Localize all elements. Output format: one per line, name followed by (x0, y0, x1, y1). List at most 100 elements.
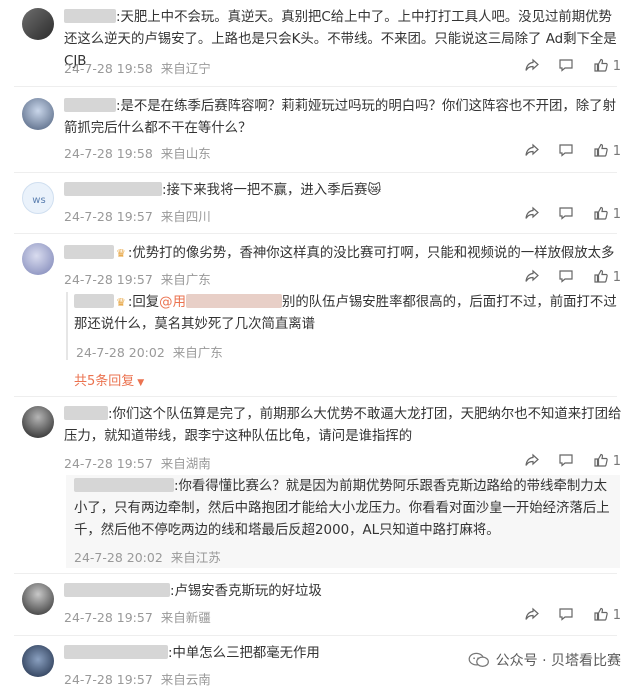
like-button[interactable]: 1 (593, 205, 621, 222)
more-replies-link[interactable]: 共5条回复 ▼ (74, 370, 144, 389)
avatar[interactable] (22, 406, 54, 438)
reply-meta: 24-7-28 20:02 来自江苏 (74, 547, 229, 566)
share-icon[interactable] (524, 205, 540, 222)
location: 来自四川 (160, 209, 211, 224)
username-blurred[interactable] (64, 583, 170, 597)
reply-meta: 24-7-28 20:02 来自广东 (76, 342, 231, 361)
like-count: 1 (612, 454, 621, 469)
comment-text: :你们这个队伍算是完了，前期那么大优势不敢逼大龙打团，天肥纳尔也不知道来打团给压… (64, 406, 622, 444)
timestamp: 24-7-28 20:02 (76, 345, 165, 360)
username-blurred[interactable] (64, 406, 108, 420)
like-count: 1 (612, 59, 621, 74)
comment-meta: 24-7-28 19:57 来自广东 (64, 269, 219, 288)
comment-actions: 1 (510, 57, 621, 74)
thumbs-up-icon (593, 143, 608, 157)
username-blurred[interactable] (64, 98, 116, 112)
thumbs-up-icon (593, 206, 608, 220)
comment-meta: 24-7-28 19:58 来自山东 (64, 143, 219, 162)
crown-icon: ♛ (116, 296, 126, 309)
like-button[interactable]: 1 (593, 452, 621, 469)
username-blurred[interactable] (64, 645, 168, 659)
like-button[interactable]: 1 (593, 268, 621, 285)
username-blurred[interactable] (74, 294, 114, 308)
timestamp: 24-7-28 19:57 (64, 456, 153, 471)
avatar[interactable]: ws (22, 182, 54, 214)
thumbs-up-icon (593, 607, 608, 621)
wechat-icon (468, 652, 489, 668)
location: 来自江苏 (170, 550, 221, 565)
location: 来自云南 (160, 672, 211, 687)
divider (14, 233, 617, 234)
comment-actions: 1 (510, 142, 621, 159)
timestamp: 24-7-28 19:57 (64, 672, 153, 687)
mention-link[interactable]: @用 (159, 295, 186, 310)
like-count: 1 (612, 207, 621, 222)
share-icon[interactable] (524, 452, 540, 469)
comment-meta: 24-7-28 19:57 来自新疆 (64, 607, 219, 626)
comment-meta: 24-7-28 19:57 来自湖南 (64, 453, 219, 472)
avatar[interactable] (22, 583, 54, 615)
timestamp: 24-7-28 19:57 (64, 209, 153, 224)
avatar[interactable] (22, 98, 54, 130)
comment-text: :是不是在练季后赛阵容啊？莉莉娅玩过吗玩的明白吗？你们这阵容也不开团，除了射箭抓… (64, 98, 616, 136)
comment-meta: 24-7-28 19:58 来自辽宁 (64, 58, 219, 77)
divider (14, 573, 617, 574)
divider (14, 172, 617, 173)
share-icon[interactable] (524, 142, 540, 159)
comment-text: :卢锡安香克斯玩的好垃圾 (64, 581, 622, 603)
reply-box: ♛:回复@用 别的队伍卢锡安胜率都很高的，后面打不过，前面打不过那还说什么，莫名其… (66, 292, 620, 360)
location: 来自山东 (160, 146, 211, 161)
comment-meta: 24-7-28 19:57 来自云南 (64, 669, 219, 688)
comment-icon[interactable] (558, 606, 574, 623)
thumbs-up-icon (593, 58, 608, 72)
like-button[interactable]: 1 (593, 606, 621, 623)
comment-icon[interactable] (558, 57, 574, 74)
location: 来自广东 (160, 272, 211, 287)
comment-text: ♛:优势打的像劣势，香神你这样真的没比赛可打啊，只能和视频说的一样放假放太多 (64, 243, 622, 265)
comment-actions: 1 (510, 205, 621, 222)
username-blurred[interactable] (74, 478, 174, 492)
comment-icon[interactable] (558, 452, 574, 469)
share-icon[interactable] (524, 57, 540, 74)
comment-icon[interactable] (558, 142, 574, 159)
reply-box: :你看得懂比赛么？就是因为前期优势阿乐跟香克斯边路给的带线牵制力太小了，只有两边… (66, 475, 620, 568)
thumbs-up-icon (593, 269, 608, 283)
share-icon[interactable] (524, 606, 540, 623)
username-blurred[interactable] (64, 245, 114, 259)
location: 来自辽宁 (160, 61, 211, 76)
location: 来自广东 (172, 345, 223, 360)
watermark: 公众号 · 贝塔看比赛 (468, 650, 621, 670)
like-button[interactable]: 1 (593, 57, 621, 74)
location: 来自新疆 (160, 610, 211, 625)
share-icon[interactable] (524, 268, 540, 285)
divider (14, 635, 617, 636)
like-count: 1 (612, 608, 621, 623)
chevron-down-icon: ▼ (137, 378, 145, 388)
timestamp: 24-7-28 19:57 (64, 610, 153, 625)
watermark-label: 公众号 · 贝塔看比赛 (495, 653, 621, 669)
like-button[interactable]: 1 (593, 142, 621, 159)
username-blurred[interactable] (64, 182, 162, 196)
timestamp: 24-7-28 19:58 (64, 61, 153, 76)
timestamp: 24-7-28 20:02 (74, 550, 163, 565)
comment-icon[interactable] (558, 205, 574, 222)
like-count: 1 (612, 144, 621, 159)
svg-text:ws: ws (32, 195, 45, 206)
reply-text: ♛:回复@用 别的队伍卢锡安胜率都很高的，后面打不过，前面打不过那还说什么，莫名其… (74, 292, 620, 336)
crown-icon: ♛ (116, 247, 126, 260)
thumbs-up-icon (593, 453, 608, 467)
divider (14, 86, 617, 87)
comment-meta: 24-7-28 19:57 来自四川 (64, 206, 219, 225)
avatar[interactable] (22, 8, 54, 40)
divider (14, 396, 617, 397)
comment-icon[interactable] (558, 268, 574, 285)
location: 来自湖南 (160, 456, 211, 471)
mention-blurred[interactable] (185, 294, 282, 308)
comment-actions: 1 (510, 606, 621, 623)
avatar[interactable] (22, 243, 54, 275)
avatar[interactable] (22, 645, 54, 677)
comment-text: :中单怎么三把都毫无作用 (64, 643, 484, 665)
like-count: 1 (612, 270, 621, 285)
reply-text: :你看得懂比赛么？就是因为前期优势阿乐跟香克斯边路给的带线牵制力太小了，只有两边… (74, 478, 610, 538)
username-blurred[interactable] (64, 9, 116, 23)
